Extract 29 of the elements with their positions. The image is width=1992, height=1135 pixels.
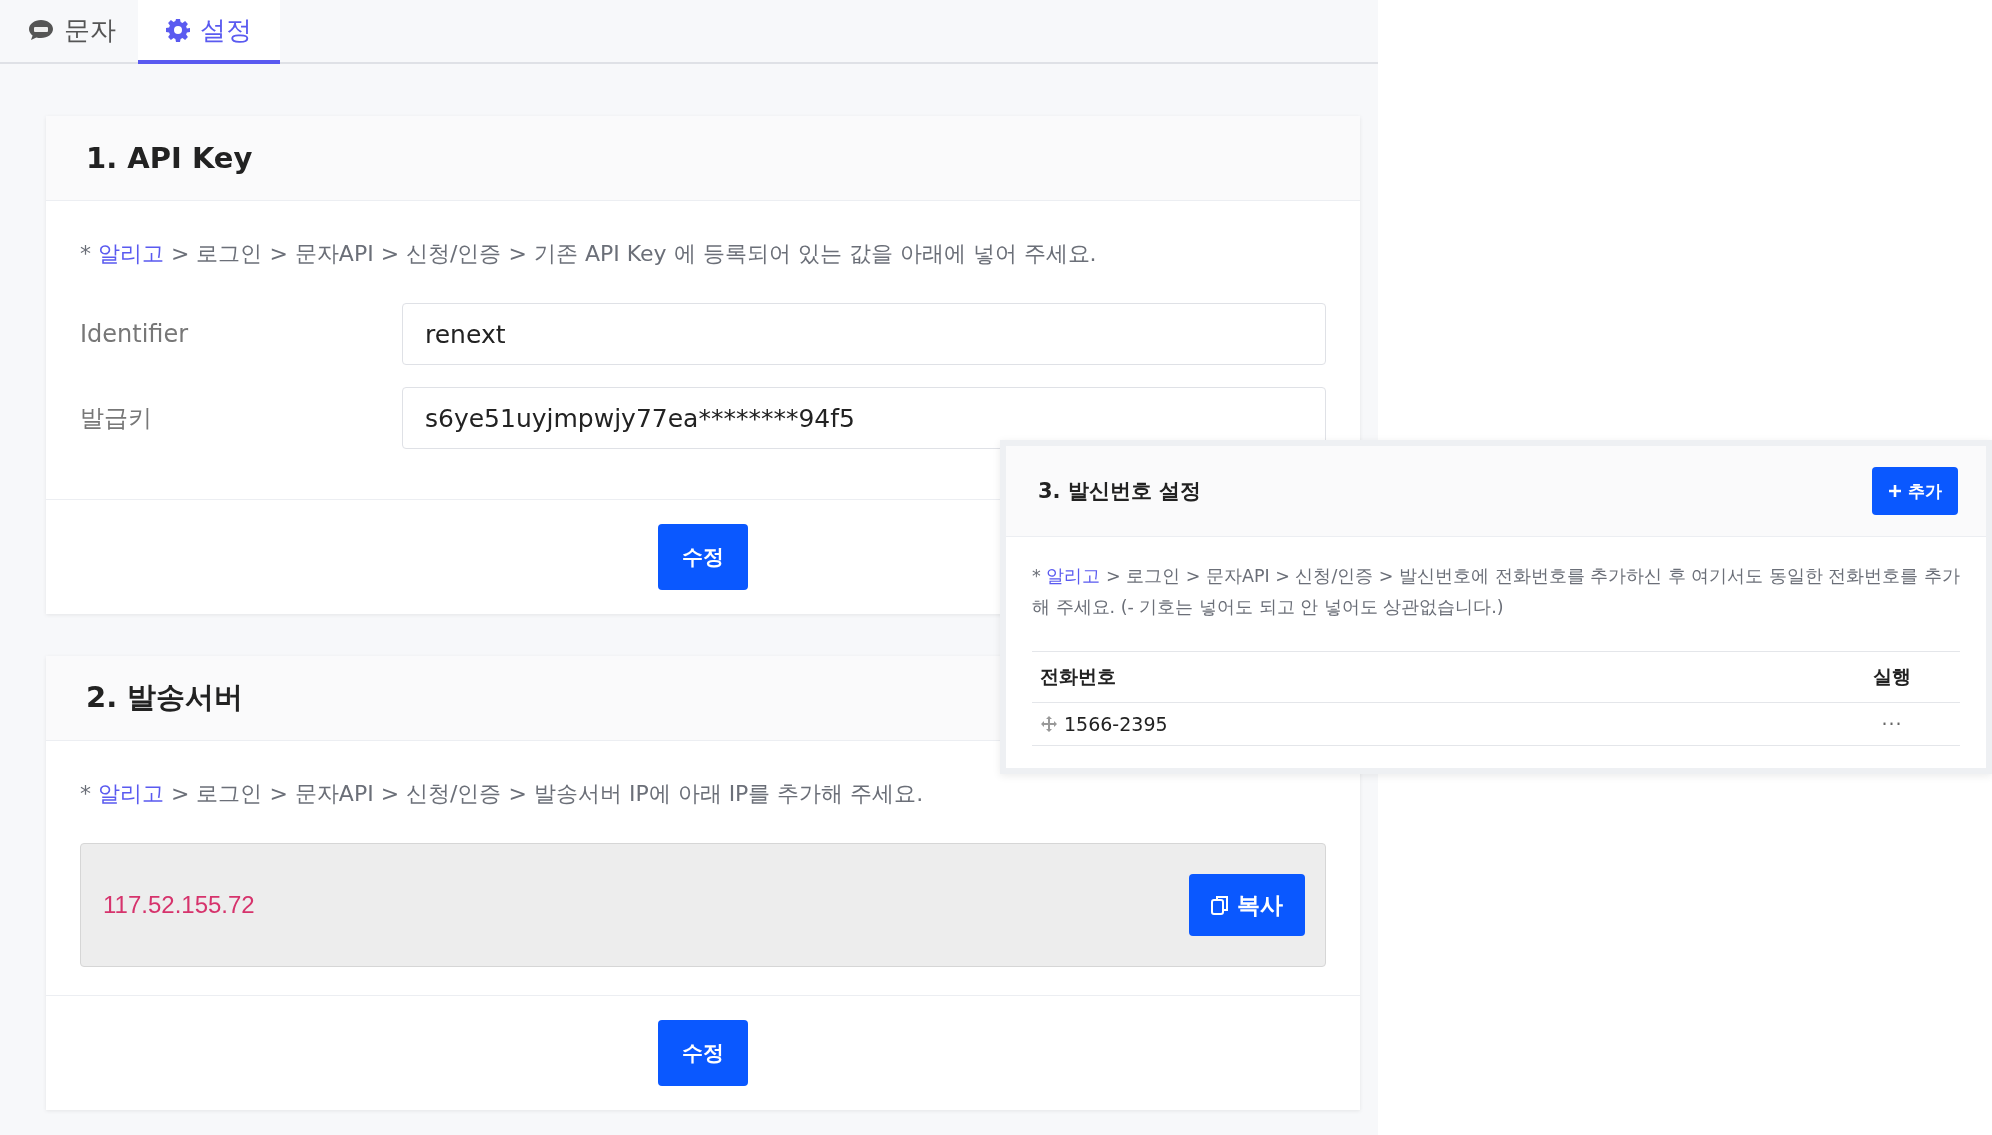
table-cell: 1566-2395 <box>1064 713 1168 735</box>
tab[interactable]: 설정 <box>138 0 280 64</box>
card-title: 1. API Key <box>86 141 253 175</box>
input-field[interactable]: s6ye51uyjmpwjy77ea********94f5 <box>402 387 1326 449</box>
notice-text: * 알리고 > 로그인 > 문자API > 신청/인증 > 발신번호에 전화번호를 추가하신 후 여기서도 동일한 전화번호를 추가해 주세요. (- 기호는 넣어도 되고 안 넣어도 상관없습니다.) <box>1032 565 1960 619</box>
copy-icon <box>1211 895 1229 915</box>
column-header: 실행 <box>1824 651 1960 703</box>
column-header: 전화번호 <box>1032 651 1824 703</box>
field-label: 발급키 <box>80 403 153 434</box>
edit-button[interactable]: 수정 <box>658 524 748 590</box>
chat-bubble-icon <box>28 18 54 42</box>
more-button[interactable]: ··· <box>1881 713 1903 735</box>
field-label: Identifier <box>80 320 190 348</box>
move-icon <box>1040 715 1058 733</box>
ip-address: 117.52.155.72 <box>103 891 255 919</box>
notice-text: * 알리고 > 로그인 > 문자API > 신청/인증 > 발송서버 IP에 아래 IP를 추가해 주세요. <box>80 780 925 808</box>
add-button[interactable]: 추가 <box>1872 467 1958 515</box>
link[interactable]: 알리고 <box>1046 566 1101 586</box>
settings-icon <box>166 18 190 42</box>
link[interactable]: 알리고 <box>98 241 164 266</box>
tab[interactable]: 문자 <box>6 0 138 64</box>
input-field[interactable]: renext <box>402 303 1326 365</box>
edit-button[interactable]: 수정 <box>658 1020 748 1086</box>
plus-icon <box>1888 484 1902 498</box>
notice-text: * 알리고 > 로그인 > 문자API > 신청/인증 > 기존 API Key 에 등록되어 있는 값을 아래에 넣어 주세요. <box>80 240 1098 268</box>
copy-button[interactable]: 복사 <box>1189 874 1305 936</box>
panel-title: 3. 발신번호 설정 <box>1038 478 1202 505</box>
card-title: 2. 발송서버 <box>86 679 244 716</box>
link[interactable]: 알리고 <box>98 781 164 806</box>
